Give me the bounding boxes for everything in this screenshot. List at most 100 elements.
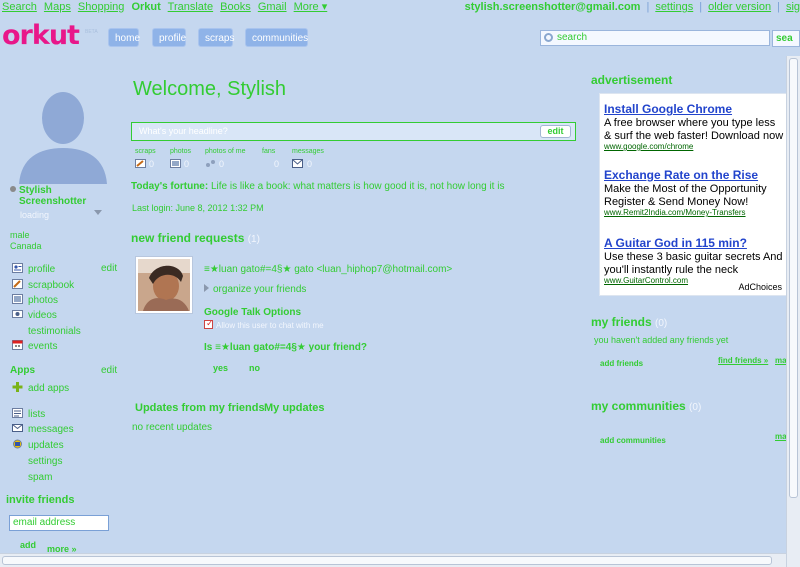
expand-arrow-icon: [204, 284, 209, 292]
orkut-logo[interactable]: orkut: [2, 20, 80, 51]
toplink-search[interactable]: Search: [2, 1, 37, 13]
allow-chat-row[interactable]: ✓ Allow this user to chat with me: [204, 318, 324, 330]
google-top-bar: Search Maps Shopping Orkut Translate Boo…: [0, 0, 800, 16]
apps-edit-link[interactable]: edit: [101, 365, 117, 376]
invite-add-button[interactable]: add: [20, 540, 36, 550]
stat-label: photos of me: [205, 148, 246, 155]
sidebar-item-label: settings: [28, 456, 63, 467]
add-friends-button[interactable]: add friends: [600, 359, 643, 368]
no-friends-text: you haven't added any friends yet: [594, 335, 729, 345]
stat-value: 0: [184, 159, 190, 169]
fortune-label: Today's fortune:: [131, 181, 209, 192]
account-links: stylish.screenshotter@gmail.com | settings…: [464, 1, 800, 13]
stat-value: 0: [219, 159, 225, 169]
allow-chat-checkbox[interactable]: ✓: [204, 318, 214, 329]
nav-home-button[interactable]: home: [108, 28, 140, 47]
toplink-translate[interactable]: Translate: [168, 1, 213, 13]
vertical-scrollbar[interactable]: [786, 56, 800, 567]
sidebar-item-updates[interactable]: updates: [12, 439, 64, 453]
profile-name[interactable]: Stylish Screenshotter: [19, 185, 99, 207]
ad-2-text: Make the Most of the Opportunity Registe…: [604, 183, 767, 208]
toplink-shopping[interactable]: Shopping: [78, 1, 125, 13]
sidebar-item-scrapbook[interactable]: scrapbook: [12, 279, 74, 293]
sidebar-item-profile[interactable]: profile: [12, 263, 55, 277]
ad-1-url[interactable]: www.google.com/chrome: [604, 142, 693, 151]
toplink-more[interactable]: More ▾: [294, 1, 328, 13]
sidebar-item-label: profile: [28, 264, 56, 275]
account-email: stylish.screenshotter@gmail.com: [464, 1, 641, 13]
nav-communities-button[interactable]: communities: [245, 28, 308, 47]
friends-more-link[interactable]: ma: [775, 356, 787, 365]
request-sender-name[interactable]: ≡★luan gato#=4§★ gato: [204, 264, 314, 275]
tab-my-updates[interactable]: My updates: [264, 402, 325, 414]
sidebar-item-testimonials[interactable]: testimonials: [28, 325, 81, 339]
sidebar-item-videos[interactable]: videos: [12, 309, 57, 323]
stat-photos[interactable]: photos 0: [170, 148, 191, 169]
ad-3-url[interactable]: www.GuitarControl.com: [604, 276, 688, 285]
stat-fans[interactable]: fans 0: [262, 148, 279, 169]
my-friends-heading: my friends (0): [591, 315, 667, 329]
sidebar-item-messages[interactable]: messages: [12, 423, 74, 437]
friend-request-avatar[interactable]: [135, 256, 193, 314]
search-icon: [544, 33, 553, 42]
ad-panel: Install Google Chrome A free browser whe…: [599, 93, 787, 296]
older-version-link[interactable]: older version: [708, 1, 771, 13]
horizontal-scrollbar[interactable]: [0, 553, 786, 567]
photos-icon: [12, 294, 23, 304]
sidebar-item-add-apps[interactable]: add apps: [12, 382, 69, 396]
settings-link[interactable]: settings: [655, 1, 693, 13]
nav-scraps-button[interactable]: scraps: [198, 28, 234, 47]
stat-scraps[interactable]: scraps 0: [135, 148, 156, 169]
accept-friend-button[interactable]: yes: [213, 363, 228, 373]
sidebar-item-label: photos: [28, 295, 59, 306]
ad-2-url[interactable]: www.Remit2India.com/Money-Transfers: [604, 208, 746, 217]
fortune-line: Today's fortune: Life is like a book: wh…: [131, 181, 504, 192]
beta-label: BETA: [85, 29, 98, 35]
request-sender-email: <luan_hiphop7@hotmail.com>: [316, 264, 453, 275]
mail-icon: [12, 424, 23, 432]
stat-photos-of-me[interactable]: photos of me 0: [205, 148, 246, 169]
sidebar-item-spam[interactable]: spam: [28, 471, 52, 485]
sign-out-link[interactable]: sig: [786, 1, 800, 13]
ad-1-title[interactable]: Install Google Chrome: [604, 102, 732, 116]
adchoices-link[interactable]: AdChoices: [738, 282, 782, 292]
status-dropdown-icon[interactable]: [94, 210, 102, 215]
google-services-links: Search Maps Shopping Orkut Translate Boo…: [2, 0, 331, 15]
friend-requests-heading: new friend requests (1): [131, 231, 260, 245]
sidebar-item-events[interactable]: events: [12, 340, 57, 354]
tab-updates-from-friends[interactable]: Updates from my friends: [135, 402, 265, 414]
invite-email-input[interactable]: email address: [9, 515, 109, 531]
organize-friends-row[interactable]: organize your friends: [204, 284, 306, 295]
stat-messages[interactable]: messages 0: [292, 148, 324, 169]
scrollbar-thumb[interactable]: [789, 58, 798, 498]
reject-friend-button[interactable]: no: [249, 363, 260, 373]
ad-2-title[interactable]: Exchange Rate on the Rise: [604, 168, 758, 182]
sidebar-item-label: testimonials: [28, 326, 81, 337]
find-friends-link[interactable]: find friends »: [718, 356, 768, 365]
toplink-orkut[interactable]: Orkut: [131, 1, 160, 13]
toplink-gmail[interactable]: Gmail: [258, 1, 287, 13]
ad-3-title[interactable]: A Guitar God in 115 min?: [604, 236, 747, 250]
sidebar-item-photos[interactable]: photos: [12, 294, 58, 308]
profile-icon: [12, 263, 23, 273]
profile-edit-link[interactable]: edit: [101, 263, 117, 274]
sidebar-item-label: spam: [28, 472, 53, 483]
fortune-text: Life is like a book: what matters is how…: [210, 181, 505, 192]
my-communities-heading: my communities (0): [591, 399, 701, 413]
invite-friends-heading: invite friends: [6, 494, 75, 506]
communities-more-link[interactable]: ma: [775, 432, 787, 441]
headline-edit-button[interactable]: edit: [540, 125, 571, 138]
search-input[interactable]: search: [540, 30, 770, 46]
toplink-maps[interactable]: Maps: [44, 1, 71, 13]
sidebar-item-label: videos: [28, 310, 57, 321]
sidebar-item-lists[interactable]: lists: [12, 408, 45, 422]
hscrollbar-thumb[interactable]: [2, 556, 772, 565]
toplink-books[interactable]: Books: [220, 1, 251, 13]
friend-requests-title: new friend requests: [131, 231, 245, 245]
sidebar-item-settings[interactable]: settings: [28, 455, 62, 469]
search-button[interactable]: sea: [772, 30, 800, 47]
add-communities-button[interactable]: add communities: [600, 436, 666, 445]
headline-field[interactable]: What's your headline? edit: [131, 122, 576, 141]
nav-profile-button[interactable]: profile: [152, 28, 186, 47]
default-avatar-icon[interactable]: [11, 84, 114, 184]
